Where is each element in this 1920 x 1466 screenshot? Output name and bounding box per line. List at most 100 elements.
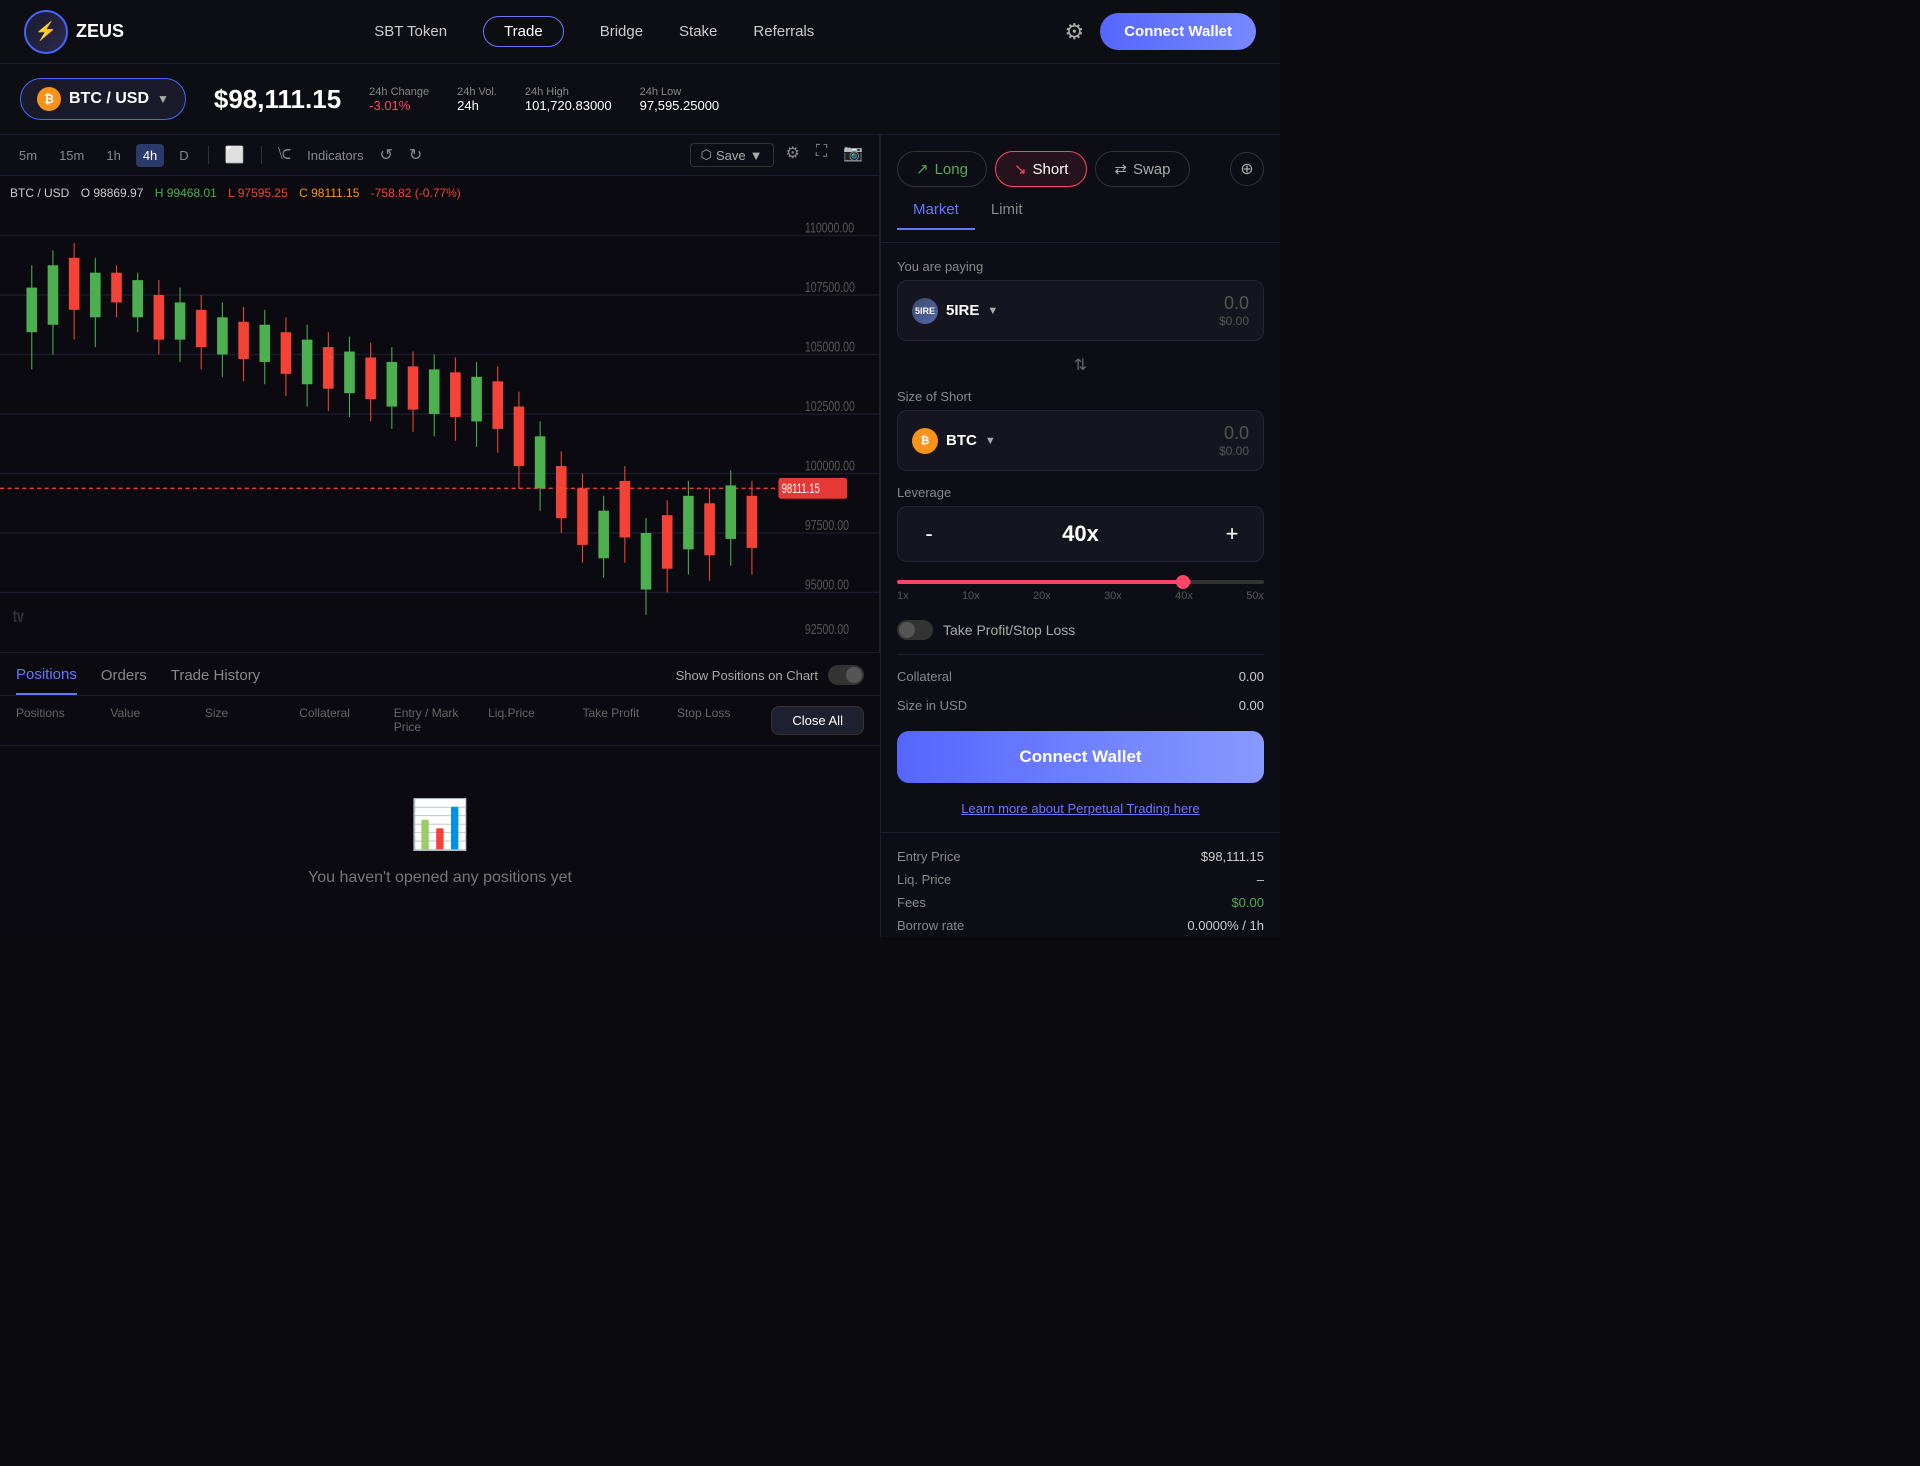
slider-label-10x: 10x (962, 590, 980, 602)
swap-button[interactable]: ⇄ Swap (1095, 151, 1189, 187)
empty-chart-icon: 📊 (410, 796, 470, 853)
paying-field: You are paying 5IRE 5IRE ▼ 0.0 $0.00 (897, 259, 1264, 341)
indicators-icon[interactable]: ⟈ (274, 146, 296, 164)
fees-row: Fees $0.00 (897, 895, 1264, 910)
redo-icon[interactable]: ↻ (405, 145, 426, 165)
empty-text: You haven't opened any positions yet (308, 869, 572, 887)
camera-icon[interactable]: 📷 (839, 143, 867, 167)
chart-toolbar: 5m 15m 1h 4h D ⬜ ⟈ Indicators ↺ ↻ ⬡ Save… (0, 135, 879, 176)
btc-token-icon: ₿ (912, 428, 938, 454)
leverage-plus-button[interactable]: + (1217, 519, 1247, 549)
learn-more-link[interactable]: Learn more about Perpetual Trading here (897, 801, 1264, 816)
settings-chart-icon[interactable]: ⚙ (782, 143, 804, 167)
short-button[interactable]: ↘ Short (995, 151, 1087, 187)
paying-token-selector[interactable]: 5IRE 5IRE ▼ (912, 298, 998, 324)
tp-toggle-knob (899, 622, 915, 638)
tf-15m[interactable]: 15m (52, 144, 91, 167)
logo: ⚡ ZEUS (24, 10, 124, 54)
tab-trade-history[interactable]: Trade History (171, 667, 260, 694)
show-chart-toggle[interactable] (828, 665, 864, 685)
save-chevron-icon: ▼ (750, 148, 763, 163)
borrow-value: 0.0000% / 1h (1187, 918, 1264, 933)
panel-settings-icon[interactable]: ⊕ (1230, 152, 1264, 186)
size-value: 0.0 (1219, 423, 1249, 444)
right-panel: ↗ Long ↘ Short ⇄ Swap ⊕ Market Limit You… (880, 135, 1280, 937)
size-token-selector[interactable]: ₿ BTC ▼ (912, 428, 996, 454)
close-all-button[interactable]: Close All (771, 706, 864, 735)
tf-5m[interactable]: 5m (12, 144, 44, 167)
undo-icon[interactable]: ↺ (376, 145, 397, 165)
show-chart-toggle-row: Show Positions on Chart (676, 665, 864, 695)
swap-arrow-icon[interactable]: ⇅ (897, 355, 1264, 375)
indicators-label[interactable]: Indicators (303, 148, 367, 163)
nav-trade[interactable]: Trade (483, 16, 564, 47)
vol-value: 24h (457, 98, 497, 113)
size-usd: $0.00 (1219, 444, 1249, 458)
navigation: ⚡ ZEUS SBT Token Trade Bridge Stake Refe… (0, 0, 1280, 64)
market-order-button[interactable]: Market (897, 195, 975, 230)
slider-label-30x: 30x (1104, 590, 1122, 602)
connect-wallet-button[interactable]: Connect Wallet (1100, 13, 1256, 50)
toolbar-divider (208, 146, 209, 164)
svg-text:107500.00: 107500.00 (805, 278, 855, 295)
nav-referrals[interactable]: Referrals (753, 23, 814, 40)
ohlc-open: O 98869.97 (81, 186, 144, 200)
col-positions: Positions (16, 706, 110, 735)
stat-24h-high: 24h High 101,720.83000 (525, 86, 612, 113)
svg-text:100000.00: 100000.00 (805, 457, 855, 474)
svg-text:tv: tv (13, 607, 25, 627)
ohlc-close: C 98111.15 (299, 186, 359, 200)
pair-selector[interactable]: ₿ BTC / USD ▼ (20, 78, 186, 120)
col-size: Size (205, 706, 299, 735)
svg-text:97500.00: 97500.00 (805, 516, 849, 533)
size-chevron-icon: ▼ (985, 435, 996, 447)
leverage-minus-button[interactable]: - (914, 519, 944, 549)
ohlc-high: H 99468.01 (155, 186, 217, 200)
chart-section: 5m 15m 1h 4h D ⬜ ⟈ Indicators ↺ ↻ ⬡ Save… (0, 135, 880, 652)
size-usd-value: 0.00 (1239, 698, 1264, 713)
sire-token-icon: 5IRE (912, 298, 938, 324)
connect-wallet-main-button[interactable]: Connect Wallet (897, 731, 1264, 783)
slider-thumb (1176, 575, 1190, 589)
svg-text:95000.00: 95000.00 (805, 576, 849, 593)
tf-4h[interactable]: 4h (136, 144, 164, 167)
fees-label: Fees (897, 895, 926, 910)
stat-24h-low: 24h Low 97,595.25000 (640, 86, 720, 113)
leverage-slider[interactable] (897, 580, 1264, 584)
pair-label: BTC / USD (69, 90, 149, 108)
chart-ohlc: BTC / USD O 98869.97 H 99468.01 L 97595.… (10, 186, 469, 200)
nav-stake[interactable]: Stake (679, 23, 717, 40)
tp-toggle[interactable] (897, 620, 933, 640)
change-value: -3.01% (369, 98, 429, 113)
settings-icon[interactable]: ⚙ (1064, 19, 1084, 45)
low-value: 97,595.25000 (640, 98, 720, 113)
save-button[interactable]: ⬡ Save ▼ (690, 143, 774, 167)
nav-bridge[interactable]: Bridge (600, 23, 643, 40)
chart-and-bottom: 5m 15m 1h 4h D ⬜ ⟈ Indicators ↺ ↻ ⬡ Save… (0, 135, 880, 937)
leverage-row: - 40x + (897, 506, 1264, 562)
fullscreen-icon[interactable]: ⛶ (812, 143, 831, 167)
candle-type-icon[interactable]: ⬜ (221, 145, 249, 165)
borrow-row: Borrow rate 0.0000% / 1h (897, 918, 1264, 933)
svg-text:110000.00: 110000.00 (805, 219, 854, 236)
limit-order-button[interactable]: Limit (975, 195, 1039, 230)
col-value: Value (110, 706, 204, 735)
size-label: Size of Short (897, 389, 1264, 404)
chart-svg: 110000.00 107500.00 105000.00 102500.00 … (0, 176, 879, 652)
tf-1h[interactable]: 1h (99, 144, 127, 167)
collateral-label: Collateral (897, 669, 952, 684)
swap-icon: ⇄ (1114, 160, 1127, 178)
tab-positions[interactable]: Positions (16, 666, 77, 695)
tf-d[interactable]: D (172, 144, 195, 167)
col-liq-price: Liq.Price (488, 706, 582, 735)
tp-label: Take Profit/Stop Loss (943, 622, 1075, 638)
tab-orders[interactable]: Orders (101, 667, 147, 694)
fees-value: $0.00 (1231, 895, 1264, 910)
slider-labels: 1x 10x 20x 30x 40x 50x (897, 590, 1264, 602)
stat-24h-vol: 24h Vol. 24h (457, 86, 497, 113)
toolbar-divider-2 (261, 146, 262, 164)
main-layout: 5m 15m 1h 4h D ⬜ ⟈ Indicators ↺ ↻ ⬡ Save… (0, 135, 1280, 937)
nav-sbt-token[interactable]: SBT Token (374, 23, 447, 40)
bottom-section: Positions Orders Trade History Show Posi… (0, 652, 880, 937)
long-button[interactable]: ↗ Long (897, 151, 987, 187)
